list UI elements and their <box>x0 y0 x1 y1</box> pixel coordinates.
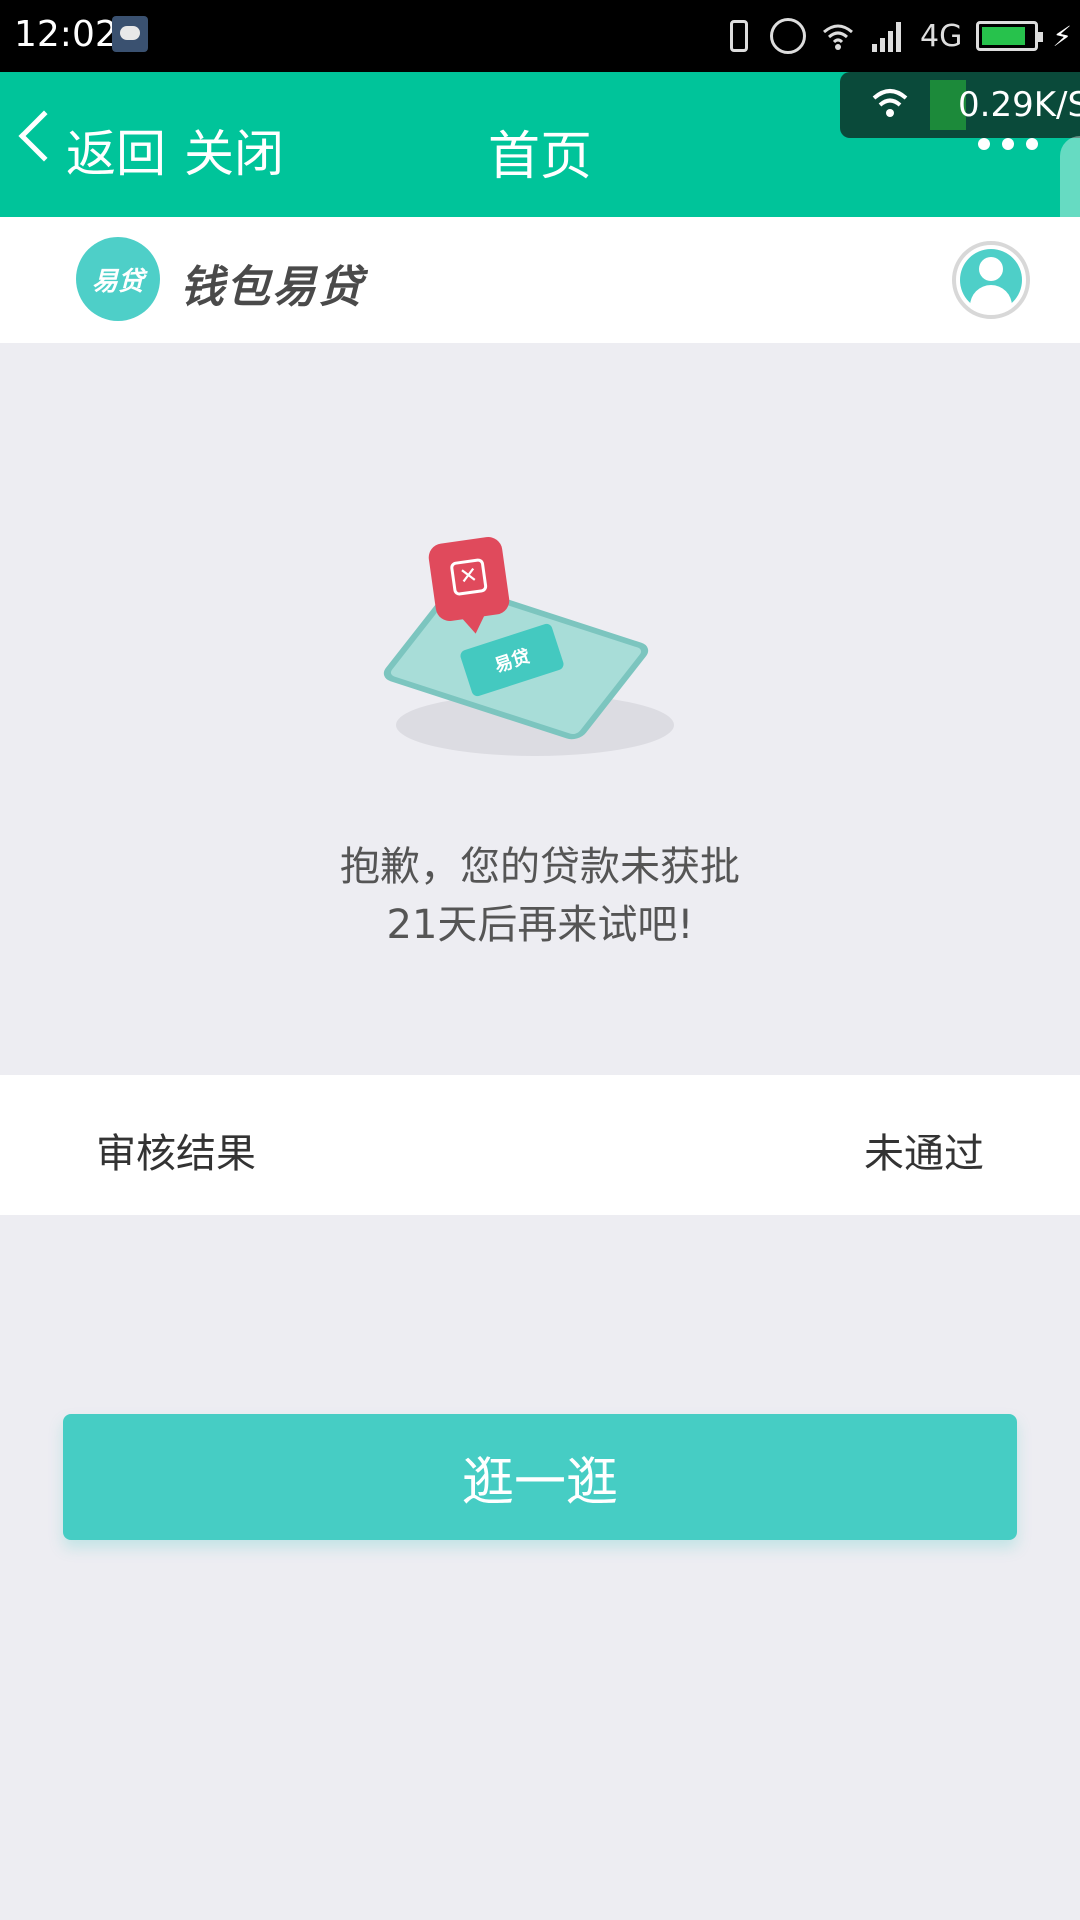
charging-icon: ⚡ <box>1052 19 1072 53</box>
status-time: 12:02 <box>14 14 118 55</box>
alarm-icon <box>769 18 806 54</box>
wifi-icon <box>820 18 856 54</box>
rejection-message: 抱歉，您的贷款未获批 <box>340 844 740 890</box>
battery-icon <box>976 21 1044 51</box>
more-menu-icon[interactable] <box>978 138 1038 150</box>
brand-bar: 易贷 钱包易贷 <box>0 217 1080 343</box>
status-bar: 12:02 4G ⚡ <box>0 0 1080 72</box>
vibrate-icon <box>729 20 748 52</box>
review-result-label: 审核结果 <box>96 1131 256 1177</box>
network-speed: 0.29K/S <box>958 85 1080 125</box>
review-result-value: 未通过 <box>864 1131 984 1177</box>
brand-logo: 易贷 <box>76 237 160 321</box>
wechat-icon <box>112 16 148 52</box>
review-result-row: 审核结果 未通过 <box>0 1075 1080 1215</box>
wifi-icon <box>870 86 910 124</box>
battery-fill <box>982 27 1025 45</box>
header-bar: 返回 关闭 首页 0.29K/S <box>0 72 1080 246</box>
status-icons: 4G ⚡ <box>722 14 1072 58</box>
network-type: 4G <box>919 18 963 54</box>
browse-button[interactable]: 逛一逛 <box>63 1414 1017 1540</box>
close-icon: ✕ <box>449 557 488 597</box>
network-speed-overlay: 0.29K/S <box>840 72 1080 138</box>
brand-name: 钱包易贷 <box>180 262 364 313</box>
message-bubble-icon: ✕ <box>426 535 512 623</box>
signal-icon <box>870 18 906 54</box>
loan-rejected-illustration: 易贷 ✕ <box>378 530 700 770</box>
retry-message: 21天后再来试吧! <box>386 902 694 948</box>
avatar[interactable] <box>952 241 1030 319</box>
